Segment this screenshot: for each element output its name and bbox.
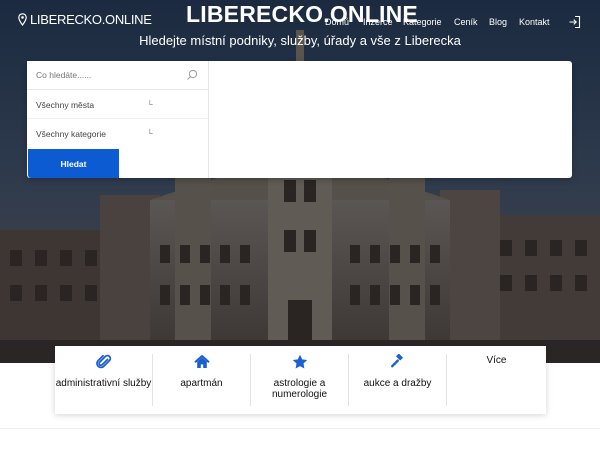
more-categories-link[interactable]: Více [447,346,546,414]
site-logo[interactable]: LIBERECKO.ONLINE [18,12,152,27]
divider [0,428,600,429]
category-label: aukce a dražby [363,378,432,389]
chevron-down-icon: └ [147,100,153,109]
category-item-astrologie-a-numerologie[interactable]: astrologie a numerologie [251,346,348,414]
search-icon[interactable] [186,69,198,81]
chevron-down-icon: └ [147,129,153,138]
category-label: administrativní služby [55,378,152,389]
nav-item-blog[interactable]: Blog [489,17,507,27]
nav-item-cenik[interactable]: Ceník [454,17,478,27]
logo-text: LIBERECKO.ONLINE [30,12,152,27]
city-select-label: Všechny města [36,100,95,110]
category-select[interactable]: Všechny kategorie └ [27,119,208,148]
search-panel: Všechny města └ Všechny kategorie └ Hled… [27,61,572,178]
nav-item-inzerce[interactable]: Inzerce [363,17,393,27]
map-pin-icon [18,13,27,26]
category-select-label: Všechny kategorie [36,129,106,139]
category-item-administrativni-sluzby[interactable]: administrativní služby [55,346,152,414]
nav-item-kontakt[interactable]: Kontakt [519,17,550,27]
page: { "header": { "logo_text": "LIBERECKO.ON… [0,0,600,450]
city-select[interactable]: Všechny města └ [27,90,208,119]
category-label: astrologie a numerologie [271,378,328,400]
search-button[interactable]: Hledat [28,149,119,178]
category-item-apartman[interactable]: apartmán [153,346,250,414]
hero-background [0,0,600,363]
paperclip-icon [95,354,111,369]
category-strip: administrativní služby apartmán astrolog… [55,346,546,414]
search-input[interactable] [27,61,208,90]
city-hall-illustration [0,0,600,363]
gavel-icon [390,354,403,368]
home-icon [193,355,210,368]
star-icon [292,354,307,369]
category-label: apartmán [180,378,223,389]
login-icon[interactable] [568,15,582,29]
nav-item-kategorie[interactable]: Kategorie [403,17,442,27]
category-item-aukce-a-drazby[interactable]: aukce a dražby [349,346,446,414]
nav-item-domu[interactable]: Domů [325,17,349,27]
more-label: Více [486,355,507,366]
search-form: Všechny města └ Všechny kategorie └ Hled… [27,61,209,178]
hero-subtitle: Hledejte místní podniky, služby, úřady a… [139,33,461,48]
